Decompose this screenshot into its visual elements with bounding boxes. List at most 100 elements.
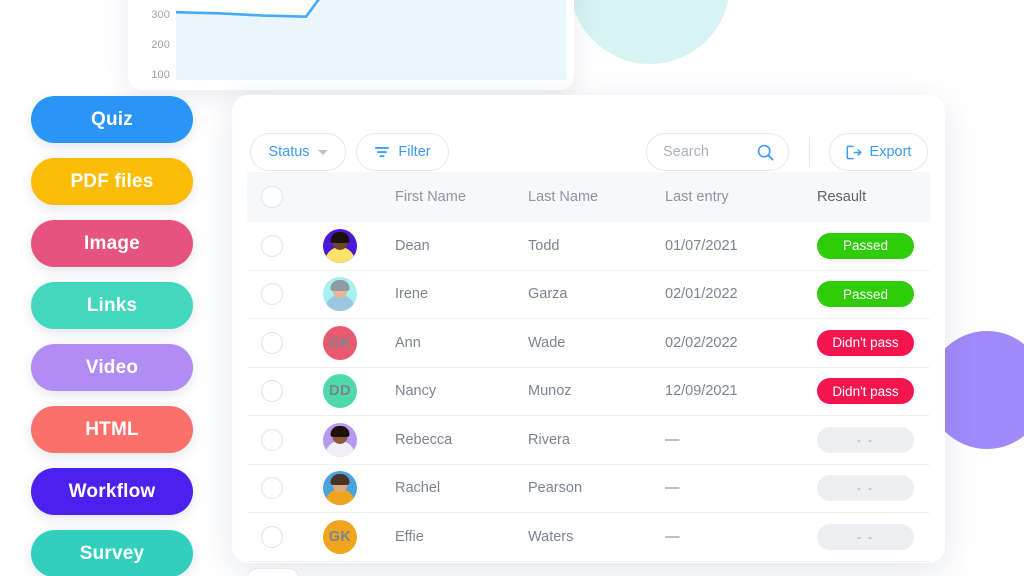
status-badge[interactable]: Didn't pass bbox=[817, 378, 914, 405]
avatar-photo-hair bbox=[330, 474, 350, 486]
avatar bbox=[323, 422, 357, 457]
status-filter-dropdown[interactable]: Status bbox=[250, 133, 346, 171]
status-badge[interactable]: - - bbox=[817, 426, 914, 453]
cell-result: Passed bbox=[817, 232, 914, 259]
toolbar-divider bbox=[809, 137, 810, 167]
chevron-down-icon bbox=[317, 149, 328, 155]
pill-label: Links bbox=[86, 294, 138, 316]
status-filter-label: Status bbox=[268, 144, 310, 160]
avatar bbox=[323, 228, 357, 263]
avatar: GK bbox=[323, 325, 357, 360]
table-row[interactable]: Irene Garza 02/01/2022 Passed bbox=[247, 271, 930, 319]
status-badge[interactable]: - - bbox=[817, 475, 914, 502]
cell-last-entry: — bbox=[665, 480, 680, 497]
category-pill-nav: Quiz PDF files Image Links Video HTML Wo… bbox=[31, 96, 193, 576]
cell-last-name: Todd bbox=[528, 237, 560, 254]
y-tick-300: 300 bbox=[151, 9, 170, 21]
avatar bbox=[323, 277, 357, 312]
filter-label: Filter bbox=[398, 144, 431, 160]
search-icon[interactable] bbox=[757, 144, 774, 161]
export-button[interactable]: Export bbox=[829, 133, 928, 171]
cell-last-entry: 02/02/2022 bbox=[665, 334, 738, 351]
pill-html[interactable]: HTML bbox=[31, 406, 193, 453]
cell-last-entry: 01/07/2021 bbox=[665, 237, 738, 254]
avatar-photo-hair bbox=[330, 425, 350, 437]
pill-label: Quiz bbox=[91, 108, 133, 130]
cell-result: - - bbox=[817, 426, 914, 453]
column-header-result: Resault bbox=[817, 189, 867, 205]
table-row[interactable]: Rachel Pearson — - - bbox=[247, 465, 930, 513]
pill-pdf-files[interactable]: PDF files bbox=[31, 158, 193, 205]
cell-first-name: Effie bbox=[395, 528, 424, 545]
pill-survey[interactable]: Survey bbox=[31, 530, 193, 576]
row-checkbox[interactable] bbox=[261, 283, 283, 306]
cell-result: - - bbox=[817, 475, 914, 502]
decorative-circle-cyan bbox=[570, 0, 730, 64]
cell-first-name: Nancy bbox=[395, 383, 437, 400]
pill-label: Workflow bbox=[68, 480, 156, 502]
cell-last-entry: 12/09/2021 bbox=[665, 383, 738, 400]
status-badge[interactable]: Passed bbox=[817, 232, 914, 259]
cell-last-name: Waters bbox=[528, 528, 574, 545]
pill-video[interactable]: Video bbox=[31, 344, 193, 391]
cell-first-name: Rebecca bbox=[395, 431, 453, 448]
table-body: Dean Todd 01/07/2021 Passed Irene Garza 02/01/… bbox=[247, 222, 930, 562]
pill-label: Image bbox=[84, 232, 140, 254]
pill-label: PDF files bbox=[70, 170, 154, 192]
avatar bbox=[323, 471, 357, 506]
avatar: GK bbox=[323, 519, 357, 554]
export-icon bbox=[846, 145, 862, 159]
cell-result: - - bbox=[817, 523, 914, 550]
pill-links[interactable]: Links bbox=[31, 282, 193, 329]
cell-last-entry: — bbox=[665, 528, 680, 545]
cell-result: Didn't pass bbox=[817, 329, 914, 356]
avatar-photo-hair bbox=[330, 280, 350, 292]
row-checkbox[interactable] bbox=[261, 428, 283, 451]
export-label: Export bbox=[869, 144, 912, 160]
cell-last-entry: — bbox=[665, 431, 680, 448]
cell-last-name: Garza bbox=[528, 286, 568, 303]
status-badge[interactable]: Didn't pass bbox=[817, 329, 914, 356]
cell-last-name: Wade bbox=[528, 334, 566, 351]
status-badge[interactable]: Passed bbox=[817, 281, 914, 308]
table-toolbar: Status Filter Search Export bbox=[232, 95, 945, 172]
table-row[interactable]: Rebecca Rivera — - - bbox=[247, 416, 930, 465]
column-header-last-name: Last Name bbox=[528, 189, 599, 205]
column-header-first-name: First Name bbox=[395, 189, 466, 205]
cell-result: Passed bbox=[817, 281, 914, 308]
row-checkbox[interactable] bbox=[261, 331, 283, 354]
avatar-photo-hair bbox=[330, 231, 350, 243]
avatar: DD bbox=[323, 374, 357, 409]
area-chart: 300 200 100 bbox=[128, 0, 574, 90]
table-header-row: First Name Last Name Last entry Resault bbox=[247, 172, 930, 222]
table-row[interactable]: DD Nancy Munoz 12/09/2021 Didn't pass bbox=[247, 368, 930, 416]
app-root: 300 200 100 Quiz PDF files Image Links V… bbox=[0, 0, 1024, 576]
filter-button[interactable]: Filter bbox=[356, 133, 449, 171]
pill-label: Survey bbox=[79, 542, 145, 564]
cell-first-name: Rachel bbox=[395, 480, 441, 497]
row-checkbox[interactable] bbox=[261, 234, 283, 257]
row-checkbox[interactable] bbox=[261, 477, 283, 500]
table-row[interactable]: Dean Todd 01/07/2021 Passed bbox=[247, 222, 930, 271]
search-input[interactable]: Search bbox=[646, 133, 789, 171]
cell-last-entry: 02/01/2022 bbox=[665, 286, 738, 303]
cell-last-name: Pearson bbox=[528, 480, 583, 497]
row-checkbox[interactable] bbox=[261, 380, 283, 403]
pill-workflow[interactable]: Workflow bbox=[31, 468, 193, 515]
table-row[interactable]: GK Effie Waters — - - bbox=[247, 513, 930, 562]
cell-result: Didn't pass bbox=[817, 378, 914, 405]
pill-quiz[interactable]: Quiz bbox=[31, 96, 193, 143]
cell-last-name: Munoz bbox=[528, 383, 572, 400]
pill-image[interactable]: Image bbox=[31, 220, 193, 267]
y-tick-100: 100 bbox=[151, 69, 170, 81]
pagination-stub[interactable] bbox=[247, 568, 299, 576]
cell-last-name: Rivera bbox=[528, 431, 570, 448]
select-all-checkbox[interactable] bbox=[261, 186, 283, 208]
chart-series-area bbox=[176, 0, 566, 80]
status-badge[interactable]: - - bbox=[817, 523, 914, 550]
results-table-card: Status Filter Search Export First Name L… bbox=[232, 95, 945, 563]
cell-first-name: Dean bbox=[395, 237, 430, 254]
table-row[interactable]: GK Ann Wade 02/02/2022 Didn't pass bbox=[247, 319, 930, 368]
row-checkbox[interactable] bbox=[261, 525, 283, 548]
column-header-last-entry: Last entry bbox=[665, 189, 729, 205]
